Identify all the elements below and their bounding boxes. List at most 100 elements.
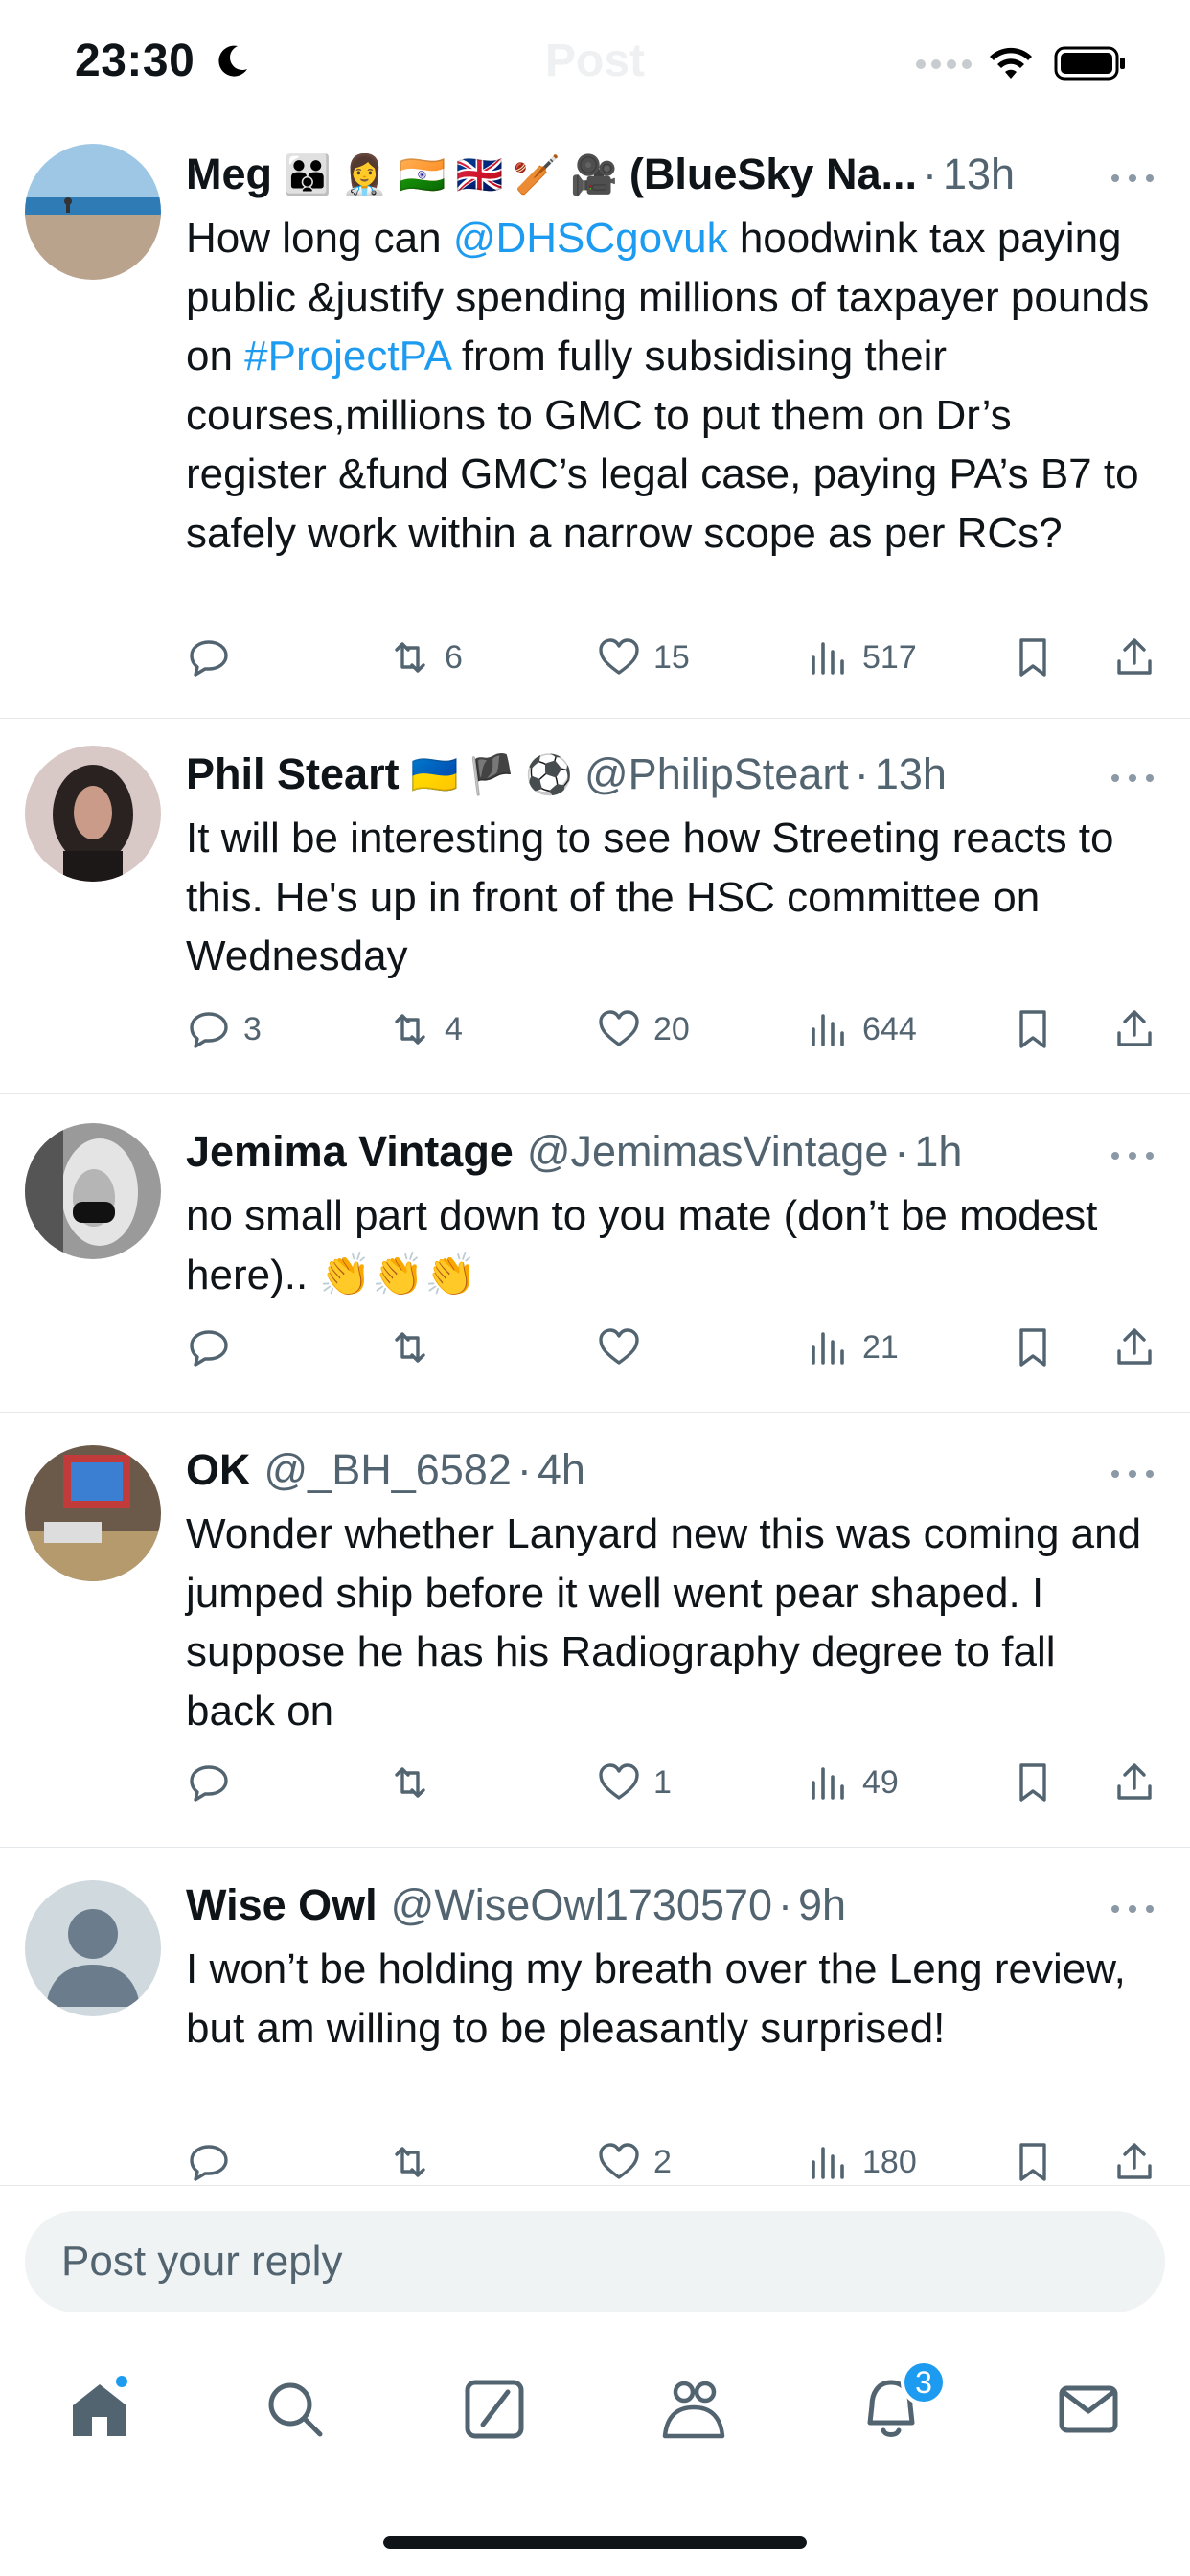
tab-messages[interactable] xyxy=(1054,2375,1123,2444)
reply-icon xyxy=(190,1765,228,1802)
reply-button[interactable] xyxy=(186,1760,243,1806)
search-icon xyxy=(268,2382,323,2437)
post-time[interactable]: 1h xyxy=(914,1127,962,1177)
views-button[interactable]: 644 xyxy=(805,1006,917,1052)
share-button[interactable] xyxy=(1111,1006,1157,1052)
repost-icon xyxy=(395,1767,425,1798)
avatar[interactable] xyxy=(25,1445,161,1581)
reply-button[interactable] xyxy=(186,1324,243,1370)
share-button[interactable] xyxy=(1111,1760,1157,1806)
avatar[interactable] xyxy=(25,746,161,882)
reply-feed[interactable]: Meg 👪 👩‍⚕️ 🇮🇳 🇬🇧 🏏 🎥 (BlueSky Na... · 13… xyxy=(0,126,1190,2185)
moon-icon xyxy=(218,45,247,77)
like-button[interactable]: 15 xyxy=(596,634,690,680)
tweet-body: I won’t be holding my breath over the Le… xyxy=(186,1940,1154,2058)
views-icon xyxy=(812,1014,844,1046)
author-handle[interactable]: @WiseOwl1730570 xyxy=(391,1880,772,1930)
bookmark-button[interactable] xyxy=(1010,634,1056,680)
repost-icon xyxy=(395,1014,425,1045)
like-button[interactable]: 1 xyxy=(596,1760,672,1806)
signal-icon xyxy=(916,59,972,69)
tab-communities[interactable] xyxy=(659,2375,728,2444)
hashtag-link[interactable]: #ProjectPA xyxy=(244,333,449,380)
body-text: no small part down to you mate (don’t be… xyxy=(186,1192,1098,1299)
repost-button[interactable] xyxy=(387,1324,445,1370)
status-bar: Post 23:30 xyxy=(0,0,1190,126)
like-count: 20 xyxy=(653,1010,690,1047)
tweet[interactable]: Meg 👪 👩‍⚕️ 🇮🇳 🇬🇧 🏏 🎥 (BlueSky Na... · 13… xyxy=(0,126,1190,719)
doctor-emoji: 👩‍⚕️ xyxy=(340,153,389,196)
name-emojis: 👪 👩‍⚕️ 🇮🇳 🇬🇧 🏏 🎥 xyxy=(284,152,618,197)
post-time[interactable]: 13h xyxy=(875,749,947,799)
views-icon xyxy=(812,642,844,675)
mention-link[interactable]: @DHSCgovuk xyxy=(453,215,728,262)
bookmark-icon xyxy=(1019,1010,1046,1048)
author-handle[interactable]: @PhilipSteart xyxy=(584,749,849,799)
repost-count: 4 xyxy=(445,1010,463,1047)
heart-icon xyxy=(599,2143,639,2179)
tweet-actions: 6 15 517 xyxy=(186,629,1156,686)
more-options-icon[interactable] xyxy=(1110,1466,1156,1482)
reply-button[interactable] xyxy=(186,634,243,680)
author-name[interactable]: Wise Owl xyxy=(186,1880,378,1930)
heart-icon xyxy=(599,1010,639,1046)
author-handle[interactable]: @_BH_6582 xyxy=(264,1445,512,1495)
tweet[interactable]: OK @_BH_6582 · 4h Wonder whether Lanyard… xyxy=(0,1413,1190,1848)
views-button[interactable]: 180 xyxy=(805,2139,917,2185)
reply-button[interactable]: 3 xyxy=(186,1006,262,1052)
repost-button[interactable] xyxy=(387,1760,445,1806)
repost-button[interactable] xyxy=(387,2139,445,2185)
avatar[interactable] xyxy=(25,144,161,280)
tab-search[interactable] xyxy=(261,2375,330,2444)
views-button[interactable]: 21 xyxy=(805,1324,899,1370)
share-button[interactable] xyxy=(1111,2139,1157,2185)
reply-button[interactable] xyxy=(186,2139,243,2185)
tweet[interactable]: Phil Steart 🇺🇦 🏴 ⚽ @PhilipSteart · 13h I… xyxy=(0,719,1190,1094)
avatar[interactable] xyxy=(25,1880,161,2016)
post-time[interactable]: 9h xyxy=(798,1880,846,1930)
reply-input[interactable]: Post your reply xyxy=(25,2211,1165,2312)
author-name[interactable]: Phil Steart xyxy=(186,749,400,799)
bookmark-button[interactable] xyxy=(1010,1324,1056,1370)
bottom-tab-bar: 3 xyxy=(0,2319,1190,2482)
share-icon xyxy=(1117,638,1152,675)
share-button[interactable] xyxy=(1111,1324,1157,1370)
body-text: Wonder whether Lanyard new this was comi… xyxy=(186,1510,1142,1735)
bookmark-button[interactable] xyxy=(1010,2139,1056,2185)
share-icon xyxy=(1117,2143,1152,2179)
more-options-icon[interactable] xyxy=(1110,1901,1156,1917)
post-time[interactable]: 13h xyxy=(943,150,1015,199)
bookmark-button[interactable] xyxy=(1010,1006,1056,1052)
author-name[interactable]: OK xyxy=(186,1445,251,1495)
avatar[interactable] xyxy=(25,1123,161,1259)
tab-grok[interactable] xyxy=(460,2375,529,2444)
tweet-header: Wise Owl @WiseOwl1730570 · 9h xyxy=(186,1871,1156,1940)
tweet-header: Phil Steart 🇺🇦 🏴 ⚽ @PhilipSteart · 13h xyxy=(186,740,1156,809)
tweet[interactable]: Jemima Vintage @JemimasVintage · 1h no s… xyxy=(0,1094,1190,1413)
views-button[interactable]: 517 xyxy=(805,634,917,680)
author-handle[interactable]: @JemimasVintage xyxy=(527,1127,889,1177)
share-icon xyxy=(1117,1763,1152,1800)
repost-button[interactable]: 6 xyxy=(387,634,463,680)
more-options-icon[interactable] xyxy=(1110,1148,1156,1163)
home-indicator[interactable] xyxy=(383,2536,807,2549)
author-name[interactable]: Meg xyxy=(186,150,272,199)
grok-icon xyxy=(465,2380,524,2439)
like-button[interactable] xyxy=(596,1324,653,1370)
like-button[interactable]: 2 xyxy=(596,2139,672,2185)
author-name[interactable]: Jemima Vintage xyxy=(186,1127,514,1177)
tweet-header: Meg 👪 👩‍⚕️ 🇮🇳 🇬🇧 🏏 🎥 (BlueSky Na... · 13… xyxy=(186,140,1156,209)
more-options-icon[interactable] xyxy=(1110,770,1156,786)
repost-button[interactable]: 4 xyxy=(387,1006,463,1052)
views-button[interactable]: 49 xyxy=(805,1760,899,1806)
separator-dot: · xyxy=(894,1127,909,1176)
share-button[interactable] xyxy=(1111,634,1157,680)
post-time[interactable]: 4h xyxy=(538,1445,585,1495)
tweet[interactable]: Wise Owl @WiseOwl1730570 · 9h I won’t be… xyxy=(0,1848,1190,2185)
bookmark-icon xyxy=(1019,1763,1046,1802)
more-options-icon[interactable] xyxy=(1110,171,1156,186)
like-button[interactable]: 20 xyxy=(596,1006,690,1052)
body-text: I won’t be holding my breath over the Le… xyxy=(186,1945,1126,2052)
author-handle[interactable]: (BlueSky Na... xyxy=(629,150,917,199)
bookmark-button[interactable] xyxy=(1010,1760,1056,1806)
